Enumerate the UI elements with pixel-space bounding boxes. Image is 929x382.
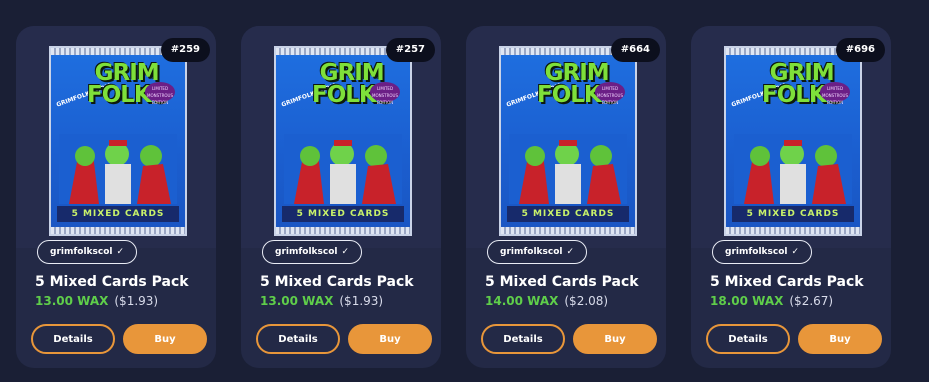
collection-badge[interactable]: grimfolkscol ✓ — [487, 240, 588, 264]
collection-badge[interactable]: grimfolkscol ✓ — [262, 240, 363, 264]
price-usd: ($2.08) — [564, 294, 609, 308]
pack-banner: 5 MIXED CARDS — [57, 206, 179, 222]
serial-badge: #696 — [835, 38, 885, 62]
details-button[interactable]: Details — [256, 324, 340, 354]
serial-badge: #259 — [160, 38, 210, 62]
buy-button[interactable]: Buy — [573, 324, 657, 354]
verified-check-icon: ✓ — [341, 247, 350, 257]
buy-button[interactable]: Buy — [123, 324, 207, 354]
collection-name: grimfolkscol — [50, 247, 113, 257]
collection-name: grimfolkscol — [275, 247, 338, 257]
collection-badge[interactable]: grimfolkscol ✓ — [712, 240, 813, 264]
price-usd: ($1.93) — [339, 294, 384, 308]
pack-name: 5 Mixed Cards Pack — [35, 274, 189, 290]
pack-banner: 5 MIXED CARDS — [507, 206, 629, 222]
collection-badge[interactable]: grimfolkscol ✓ — [37, 240, 138, 264]
details-button[interactable]: Details — [31, 324, 115, 354]
price-wax: 18.00 WAX — [710, 294, 784, 308]
pack-thumbnail[interactable]: GRIMFOLKS.COM GRIM FOLKS LIMITED MONSTRO… — [16, 26, 216, 248]
pack-thumbnail[interactable]: GRIMFOLKS.COM GRIM FOLKS LIMITED MONSTRO… — [691, 26, 891, 248]
pack-card[interactable]: GRIMFOLKS.COM GRIM FOLKS LIMITED MONSTRO… — [691, 26, 891, 368]
edition-seal: LIMITED MONSTROUS EDITION — [595, 82, 625, 105]
price-wax: 13.00 WAX — [260, 294, 334, 308]
pack-listing-grid: GRIMFOLKS.COM GRIM FOLKS LIMITED MONSTRO… — [16, 26, 891, 368]
price-usd: ($1.93) — [114, 294, 159, 308]
price-row: 13.00 WAX ($1.93) — [35, 294, 158, 308]
collection-name: grimfolkscol — [500, 247, 563, 257]
pack-card[interactable]: GRIMFOLKS.COM GRIM FOLKS LIMITED MONSTRO… — [16, 26, 216, 368]
pack-banner: 5 MIXED CARDS — [282, 206, 404, 222]
pack-image: GRIMFOLKS.COM GRIM FOLKS LIMITED MONSTRO… — [724, 46, 862, 236]
pack-image: GRIMFOLKS.COM GRIM FOLKS LIMITED MONSTRO… — [49, 46, 187, 236]
collection-name: grimfolkscol — [725, 247, 788, 257]
price-usd: ($2.67) — [789, 294, 834, 308]
buy-button[interactable]: Buy — [798, 324, 882, 354]
pack-card[interactable]: GRIMFOLKS.COM GRIM FOLKS LIMITED MONSTRO… — [466, 26, 666, 368]
price-row: 14.00 WAX ($2.08) — [485, 294, 608, 308]
pack-image: GRIMFOLKS.COM GRIM FOLKS LIMITED MONSTRO… — [499, 46, 637, 236]
price-wax: 14.00 WAX — [485, 294, 559, 308]
price-row: 18.00 WAX ($2.67) — [710, 294, 833, 308]
price-wax: 13.00 WAX — [35, 294, 109, 308]
pack-name: 5 Mixed Cards Pack — [485, 274, 639, 290]
verified-check-icon: ✓ — [566, 247, 575, 257]
edition-seal: LIMITED MONSTROUS EDITION — [820, 82, 850, 105]
verified-check-icon: ✓ — [116, 247, 125, 257]
pack-name: 5 Mixed Cards Pack — [710, 274, 864, 290]
pack-name: 5 Mixed Cards Pack — [260, 274, 414, 290]
details-button[interactable]: Details — [481, 324, 565, 354]
pack-thumbnail[interactable]: GRIMFOLKS.COM GRIM FOLKS LIMITED MONSTRO… — [241, 26, 441, 248]
edition-seal: LIMITED MONSTROUS EDITION — [370, 82, 400, 105]
serial-badge: #664 — [610, 38, 660, 62]
details-button[interactable]: Details — [706, 324, 790, 354]
pack-thumbnail[interactable]: GRIMFOLKS.COM GRIM FOLKS LIMITED MONSTRO… — [466, 26, 666, 248]
monsters-illustration — [284, 134, 402, 204]
serial-badge: #257 — [385, 38, 435, 62]
edition-seal: LIMITED MONSTROUS EDITION — [145, 82, 175, 105]
price-row: 13.00 WAX ($1.93) — [260, 294, 383, 308]
monsters-illustration — [734, 134, 852, 204]
pack-card[interactable]: GRIMFOLKS.COM GRIM FOLKS LIMITED MONSTRO… — [241, 26, 441, 368]
pack-banner: 5 MIXED CARDS — [732, 206, 854, 222]
pack-image: GRIMFOLKS.COM GRIM FOLKS LIMITED MONSTRO… — [274, 46, 412, 236]
buy-button[interactable]: Buy — [348, 324, 432, 354]
verified-check-icon: ✓ — [791, 247, 800, 257]
monsters-illustration — [509, 134, 627, 204]
monsters-illustration — [59, 134, 177, 204]
